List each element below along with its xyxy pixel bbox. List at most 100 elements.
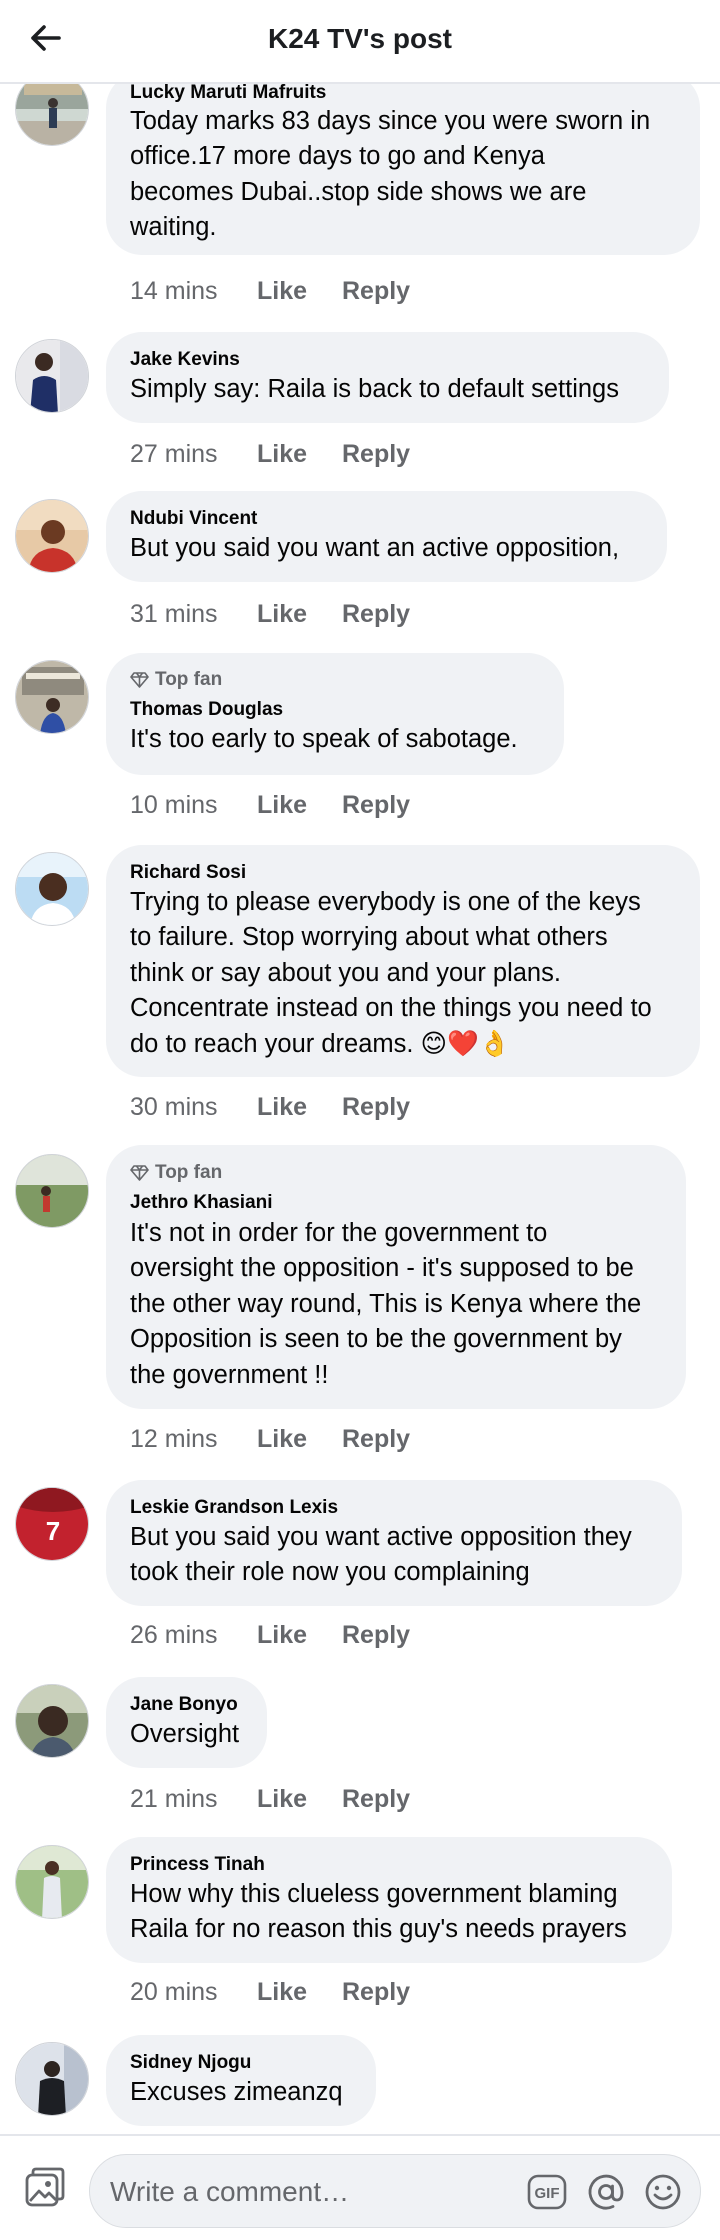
diamond-icon — [130, 672, 149, 688]
avatar[interactable] — [15, 1845, 89, 1919]
comment-timestamp: 20 mins — [130, 1977, 218, 2006]
comment-field: GIF — [89, 2154, 701, 2228]
avatar[interactable] — [15, 1684, 89, 1758]
comment-text-line: Excuses zimeanzq — [130, 2078, 343, 2106]
emoji-icon — [645, 2174, 681, 2210]
avatar-photo-icon — [16, 500, 88, 572]
like-button[interactable]: Like — [257, 1978, 342, 2007]
reply-button[interactable]: Reply — [342, 791, 410, 820]
comment-text-line: Raila for no reason this guy's needs pra… — [130, 1915, 627, 1943]
reply-button[interactable]: Reply — [342, 277, 410, 306]
comment-author[interactable]: Jake Kevins — [130, 349, 240, 371]
avatar[interactable] — [15, 1154, 89, 1228]
comment-bubble: Princess Tinah How why this clueless gov… — [106, 1837, 672, 1963]
reply-button[interactable]: Reply — [342, 1621, 410, 1650]
avatar[interactable] — [15, 499, 89, 573]
comment-bubble: Richard Sosi Trying to please everybody … — [106, 845, 700, 1077]
comment-text-line: to failure. Stop worrying about what oth… — [130, 923, 608, 951]
avatar-photo-icon — [16, 1846, 88, 1918]
avatar-photo-icon: 7 — [16, 1488, 88, 1560]
gif-icon: GIF — [527, 2174, 567, 2210]
gif-button[interactable]: GIF — [527, 2174, 567, 2210]
comment-bubble: Top fan Thomas Douglas It's too early to… — [106, 653, 564, 775]
comment-text-line: But you said you want an active oppositi… — [130, 534, 620, 562]
like-button[interactable]: Like — [257, 1425, 342, 1454]
avatar[interactable] — [15, 339, 89, 413]
like-button[interactable]: Like — [257, 791, 342, 820]
comment-actions: 20 mins Like Reply — [130, 1974, 410, 2010]
avatar-photo-icon — [16, 340, 88, 412]
at-mention-icon — [588, 2174, 624, 2210]
top-fan-label: Top fan — [155, 669, 223, 690]
comment-text-line: oversight the opposition - it's supposed… — [130, 1254, 634, 1282]
comment-timestamp: 12 mins — [130, 1424, 218, 1453]
comment-bubble: Lucky Maruti Mafruits Today marks 83 day… — [106, 72, 700, 255]
comment-actions: 30 mins Like Reply — [130, 1089, 410, 1125]
comment-timestamp: 31 mins — [130, 599, 218, 628]
reply-button[interactable]: Reply — [342, 1425, 410, 1454]
avatar[interactable]: 7 — [15, 1487, 89, 1561]
reply-button[interactable]: Reply — [342, 1785, 410, 1814]
comment-bubble: Jane Bonyo Oversight — [106, 1677, 267, 1768]
comment-timestamp: 27 mins — [130, 439, 218, 468]
comment-text-line: Today marks 83 days since you were sworn… — [130, 107, 651, 135]
mention-button[interactable] — [586, 2172, 626, 2212]
comment-actions: 14 mins Like Reply — [130, 273, 410, 309]
reply-button[interactable]: Reply — [342, 600, 410, 629]
comment-text-line: It's too early to speak of sabotage. — [130, 725, 518, 753]
comment-author[interactable]: Leskie Grandson Lexis — [130, 1497, 338, 1519]
comment-text-line: Simply say: Raila is back to default set… — [130, 375, 619, 403]
diamond-icon — [130, 1165, 149, 1181]
reply-button[interactable]: Reply — [342, 1978, 410, 2007]
avatar[interactable] — [15, 2042, 89, 2116]
avatar-photo-icon — [16, 853, 88, 925]
comment-author[interactable]: Jane Bonyo — [130, 1694, 238, 1716]
like-button[interactable]: Like — [257, 277, 342, 306]
like-button[interactable]: Like — [257, 600, 342, 629]
comment-author[interactable]: Jethro Khasiani — [130, 1192, 273, 1214]
comment-author[interactable]: Princess Tinah — [130, 1854, 265, 1876]
comment-composer: GIF — [0, 2134, 720, 2240]
reply-button[interactable]: Reply — [342, 440, 410, 469]
comment-timestamp: 26 mins — [130, 1620, 218, 1649]
comment-text-line: Concentrate instead on the things you ne… — [130, 994, 652, 1022]
comment-actions: 21 mins Like Reply — [130, 1781, 410, 1817]
comment-actions: 12 mins Like Reply — [130, 1421, 410, 1457]
like-button[interactable]: Like — [257, 1621, 342, 1650]
comment-timestamp: 30 mins — [130, 1092, 218, 1121]
comment-timestamp: 10 mins — [130, 790, 218, 819]
like-button[interactable]: Like — [257, 440, 342, 469]
comment-author[interactable]: Richard Sosi — [130, 862, 246, 884]
comment-author[interactable]: Ndubi Vincent — [130, 508, 257, 530]
comment-text-line: do to reach your dreams. 😊❤️👌 — [130, 1030, 511, 1058]
comment-text-line: waiting. — [130, 213, 217, 241]
avatar[interactable] — [15, 660, 89, 734]
top-fan-badge: Top fan — [130, 669, 222, 691]
comment-author[interactable]: Sidney Njogu — [130, 2052, 251, 2074]
comment-bubble: Ndubi Vincent But you said you want an a… — [106, 491, 667, 582]
avatar[interactable] — [15, 852, 89, 926]
avatar-photo-icon — [16, 661, 88, 733]
reply-button[interactable]: Reply — [342, 1093, 410, 1122]
comment-text-line: office.17 more days to go and Kenya — [130, 142, 545, 170]
avatar-photo-icon — [16, 1685, 88, 1757]
comment-bubble: Jake Kevins Simply say: Raila is back to… — [106, 332, 669, 423]
comment-author[interactable]: Lucky Maruti Mafruits — [130, 82, 326, 104]
comment-text-line: Opposition is seen to be the government … — [130, 1325, 622, 1353]
comment-text-line: took their role now you complaining — [130, 1558, 530, 1586]
comment-timestamp: 14 mins — [130, 276, 218, 305]
top-bar: K24 TV's post — [0, 0, 720, 84]
comment-author[interactable]: Thomas Douglas — [130, 699, 283, 721]
comment-actions: 31 mins Like Reply — [130, 596, 410, 632]
comment-bubble: Top fan Jethro Khasiani It's not in orde… — [106, 1145, 686, 1409]
photo-button[interactable] — [22, 2166, 70, 2214]
emoji-button[interactable] — [643, 2172, 683, 2212]
comment-text-line: It's not in order for the government to — [130, 1219, 548, 1247]
comment-timestamp: 21 mins — [130, 1784, 218, 1813]
like-button[interactable]: Like — [257, 1785, 342, 1814]
photo-icon — [25, 2167, 65, 2207]
like-button[interactable]: Like — [257, 1093, 342, 1122]
comment-input[interactable] — [110, 2173, 470, 2211]
comment-text-line: Oversight — [130, 1720, 240, 1748]
comment-text-line: But you said you want active opposition … — [130, 1523, 632, 1551]
